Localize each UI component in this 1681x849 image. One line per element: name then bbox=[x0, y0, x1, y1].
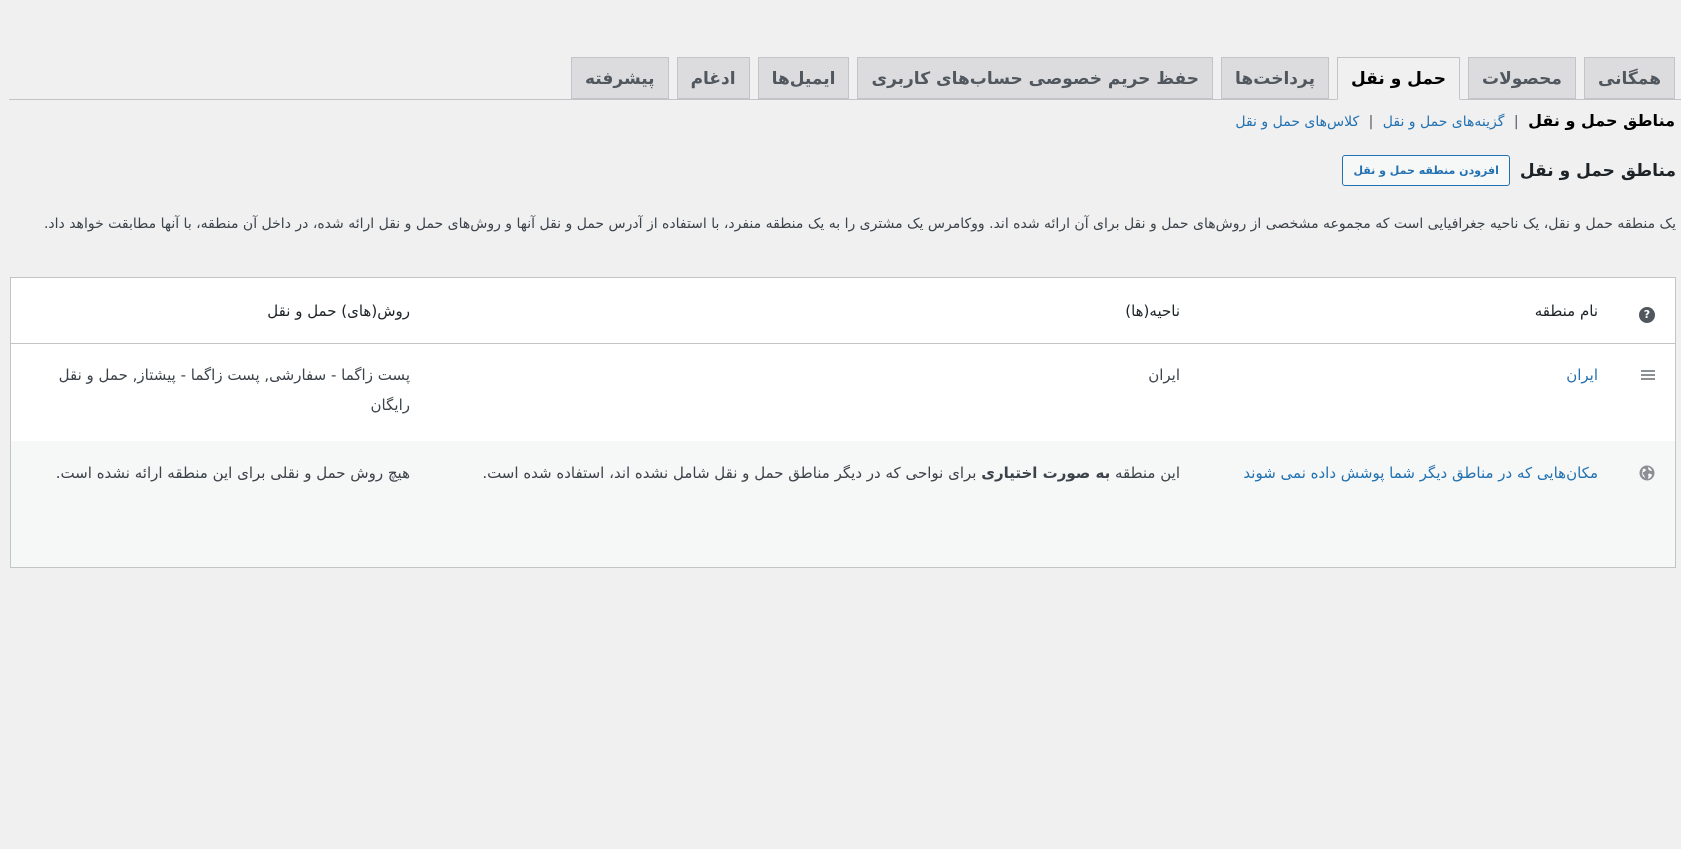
rest-region-text-end: برای نواحی که در دیگر مناطق حمل و نقل شا… bbox=[482, 464, 982, 482]
globe-cell bbox=[1637, 458, 1655, 491]
rest-region-optional: به صورت اختیاری bbox=[981, 464, 1111, 482]
zones-description: یک منطقه حمل و نقل، یک ناحیه جغرافیایی ا… bbox=[43, 216, 1676, 232]
shipping-zones-table: ? نام منطقه ناحیه(ها) روش(های) حمل و نقل… bbox=[10, 277, 1676, 568]
zone-region-cell: ایران bbox=[1148, 366, 1180, 384]
tab-emails[interactable]: ایمیل‌ها bbox=[757, 57, 850, 99]
shipping-subnav: مناطق حمل و نقل | گزینه‌های حمل و نقل | … bbox=[1235, 111, 1675, 130]
tab-shipping[interactable]: حمل و نقل bbox=[1336, 57, 1461, 100]
column-regions: ناحیه(ها) bbox=[1125, 302, 1180, 320]
rest-zone-region-cell: این منطقه به صورت اختیاری برای نواحی که … bbox=[450, 458, 1180, 488]
rest-zone-name-cell: مکان‌هایی که در مناطق دیگر شما پوشش داده… bbox=[1218, 458, 1598, 488]
column-shipping-methods: روش(های) حمل و نقل bbox=[267, 302, 410, 320]
zone-name-link[interactable]: ایران bbox=[1566, 366, 1598, 384]
drag-cell bbox=[1637, 360, 1655, 392]
drag-handle-icon[interactable] bbox=[1641, 370, 1655, 382]
tab-integration[interactable]: ادغام bbox=[676, 57, 750, 99]
subnav-separator: | bbox=[1513, 114, 1519, 130]
zone-methods-cell: پست زاگما - سفارشی, پست زاگما - پیشتاز, … bbox=[58, 366, 410, 414]
tabs-list: همگانی محصولات حمل و نقل پرداخت‌ها حفظ ح… bbox=[563, 57, 1675, 100]
subnav-shipping-classes-link[interactable]: کلاس‌های حمل و نقل bbox=[1235, 114, 1359, 130]
table-row-rest-of-world: مکان‌هایی که در مناطق دیگر شما پوشش داده… bbox=[11, 441, 1675, 567]
help-icon[interactable]: ? bbox=[1639, 307, 1655, 323]
settings-tabs: همگانی محصولات حمل و نقل پرداخت‌ها حفظ ح… bbox=[9, 55, 1681, 100]
globe-icon bbox=[1639, 465, 1655, 481]
table-header: ? نام منطقه ناحیه(ها) روش(های) حمل و نقل bbox=[11, 278, 1675, 344]
tab-payments[interactable]: پرداخت‌ها bbox=[1221, 57, 1329, 99]
tab-products[interactable]: محصولات bbox=[1468, 57, 1576, 99]
table-row: ایران ایران پست زاگما - سفارشی, پست زاگم… bbox=[11, 343, 1675, 442]
rest-zone-name-link[interactable]: مکان‌هایی که در مناطق دیگر شما پوشش داده… bbox=[1243, 464, 1598, 482]
rest-region-text: این منطقه bbox=[1110, 464, 1180, 482]
subnav-zones-current: مناطق حمل و نقل bbox=[1528, 111, 1675, 130]
tab-advanced[interactable]: پیشرفته bbox=[570, 57, 669, 99]
subnav-separator: | bbox=[1368, 114, 1374, 130]
tab-accounts-privacy[interactable]: حفظ حریم خصوصی حساب‌های کاربری bbox=[857, 57, 1214, 99]
rest-zone-methods-cell: هیچ روش حمل و نقلی برای این منطقه ارائه … bbox=[55, 464, 410, 482]
page-title: مناطق حمل و نقل bbox=[1519, 160, 1676, 181]
column-zone-name: نام منطقه bbox=[1534, 302, 1598, 320]
subnav-shipping-options-link[interactable]: گزینه‌های حمل و نقل bbox=[1383, 114, 1505, 130]
tab-general[interactable]: همگانی bbox=[1583, 57, 1675, 99]
add-shipping-zone-button[interactable]: افزودن منطقه حمل و نقل bbox=[1342, 155, 1510, 186]
heading-row: مناطق حمل و نقل افزودن منطقه حمل و نقل bbox=[1342, 155, 1676, 186]
zone-name-cell: ایران bbox=[1218, 360, 1598, 390]
help-cell: ? bbox=[1637, 298, 1655, 328]
